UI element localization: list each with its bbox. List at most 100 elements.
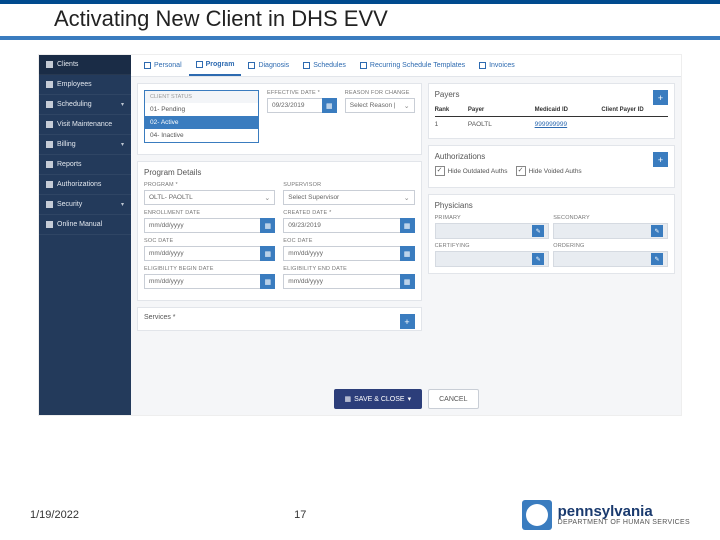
card-icon	[46, 141, 53, 148]
program-details-panel: Program Details PROGRAM *OLTL- PAOLTL SU…	[137, 161, 422, 301]
tab-invoices[interactable]: Invoices	[472, 55, 522, 76]
seal-icon	[522, 500, 552, 530]
sidebar-item-authorizations[interactable]: Authorizations	[39, 175, 131, 195]
primary-physician-box[interactable]: ✎	[435, 223, 550, 239]
sidebar-item-visit-maintenance[interactable]: Visit Maintenance	[39, 115, 131, 135]
users-icon	[46, 61, 53, 68]
add-auth-button[interactable]: +	[653, 152, 668, 167]
reason-select[interactable]: Select Reason |	[345, 98, 415, 113]
tab-icon	[303, 62, 310, 69]
tab-icon	[248, 62, 255, 69]
supervisor-select[interactable]: Select Supervisor	[283, 190, 414, 205]
add-payer-button[interactable]: +	[653, 90, 668, 105]
calendar-icon[interactable]: ▦	[260, 218, 275, 233]
sidebar-item-scheduling[interactable]: Scheduling▾	[39, 95, 131, 115]
idcard-icon	[46, 81, 53, 88]
slide-title: Activating New Client in DHS EVV	[0, 4, 720, 36]
payer-row[interactable]: 1 PAOLTL 999999999	[435, 117, 668, 132]
edit-icon[interactable]: ✎	[651, 225, 663, 237]
chevron-down-icon: ▾	[121, 101, 124, 108]
left-column: Client Status 01- Pending02- Active04- I…	[137, 83, 422, 377]
edit-icon[interactable]: ✎	[651, 253, 663, 265]
ordering-physician-box[interactable]: ✎	[553, 251, 668, 267]
elig-end-date-input[interactable]: mm/dd/yyyy	[283, 274, 399, 289]
eoc-date-input[interactable]: mm/dd/yyyy	[283, 246, 399, 261]
status-option[interactable]: 01- Pending	[145, 103, 258, 116]
main-panel: PersonalProgramDiagnosisSchedulesRecurri…	[131, 55, 681, 415]
physicians-title: Physicians	[435, 201, 668, 210]
slide-title-bar: Activating New Client in DHS EVV	[0, 0, 720, 40]
sidebar-item-security[interactable]: Security▾	[39, 195, 131, 215]
tab-icon	[360, 62, 367, 69]
physicians-panel: Physicians PRIMARY✎ SECONDARY✎ CERTIFYIN…	[428, 194, 675, 274]
payers-header: Rank Payer Medicaid ID Client Payer ID	[435, 104, 668, 117]
created-date-input[interactable]: 09/23/2019	[283, 218, 399, 233]
sidebar-item-employees[interactable]: Employees	[39, 75, 131, 95]
sidebar-item-billing[interactable]: Billing▾	[39, 135, 131, 155]
enrollment-date-input[interactable]: mm/dd/yyyy	[144, 218, 260, 233]
edit-icon[interactable]: ✎	[532, 225, 544, 237]
lock-icon	[46, 201, 53, 208]
chart-icon	[46, 161, 53, 168]
elig-begin-date-input[interactable]: mm/dd/yyyy	[144, 274, 260, 289]
calendar-icon[interactable]: ▦	[400, 218, 415, 233]
tab-icon	[479, 62, 486, 69]
tab-program[interactable]: Program	[189, 55, 242, 76]
certifying-physician-box[interactable]: ✎	[435, 251, 550, 267]
tab-schedules[interactable]: Schedules	[296, 55, 353, 76]
calendar-icon[interactable]: ▦	[322, 98, 337, 113]
edit-icon[interactable]: ✎	[532, 253, 544, 265]
services-panel: Services * +	[137, 307, 422, 331]
calendar-icon[interactable]: ▦	[260, 274, 275, 289]
content-area: Client Status 01- Pending02- Active04- I…	[131, 77, 681, 383]
calendar-icon[interactable]: ▦	[400, 274, 415, 289]
calendar-icon[interactable]: ▦	[260, 246, 275, 261]
tab-recurring-schedule-templates[interactable]: Recurring Schedule Templates	[353, 55, 472, 76]
tab-diagnosis[interactable]: Diagnosis	[241, 55, 296, 76]
title-underline	[0, 36, 720, 40]
program-select[interactable]: OLTL- PAOLTL	[144, 190, 275, 205]
reason-label: REASON FOR CHANGE	[345, 90, 415, 96]
effective-date-label: EFFECTIVE DATE *	[267, 90, 337, 96]
chevron-down-icon: ▾	[121, 201, 124, 208]
status-option[interactable]: 02- Active	[145, 116, 258, 129]
cancel-button[interactable]: CANCEL	[428, 389, 478, 409]
secondary-physician-box[interactable]: ✎	[553, 223, 668, 239]
slide-footer: 1/19/2022 17 pennsylvania DEPARTMENT OF …	[30, 500, 690, 530]
payers-panel: Payers + Rank Payer Medicaid ID Client P…	[428, 83, 675, 139]
app-screenshot: ClientsEmployeesScheduling▾Visit Mainten…	[38, 54, 682, 416]
tabs: PersonalProgramDiagnosisSchedulesRecurri…	[131, 55, 681, 77]
sidebar-item-online-manual[interactable]: Online Manual	[39, 215, 131, 235]
program-details-title: Program Details	[144, 168, 415, 177]
status-panel: Client Status 01- Pending02- Active04- I…	[137, 83, 422, 155]
dept-logo: pennsylvania DEPARTMENT OF HUMAN SERVICE…	[522, 500, 690, 530]
tab-personal[interactable]: Personal	[137, 55, 189, 76]
auth-title: Authorizations	[435, 152, 668, 161]
calendar-icon	[46, 101, 53, 108]
gear-icon	[46, 181, 53, 188]
right-column: Payers + Rank Payer Medicaid ID Client P…	[428, 83, 675, 377]
calendar-icon[interactable]: ▦	[400, 246, 415, 261]
tab-icon	[196, 61, 203, 68]
soc-date-input[interactable]: mm/dd/yyyy	[144, 246, 260, 261]
client-status-label: Client Status	[145, 91, 258, 103]
payers-title: Payers	[435, 90, 668, 99]
hide-outdated-checkbox[interactable]: Hide Outdated Auths	[435, 166, 508, 176]
chevron-down-icon: ▾	[121, 141, 124, 148]
footer-page: 17	[294, 509, 306, 521]
sidebar: ClientsEmployeesScheduling▾Visit Mainten…	[39, 55, 131, 415]
add-service-button[interactable]: +	[400, 314, 415, 329]
hide-voided-checkbox[interactable]: Hide Voided Auths	[516, 166, 582, 176]
footer-date: 1/19/2022	[30, 509, 79, 521]
book-icon	[46, 221, 53, 228]
check-icon	[46, 121, 53, 128]
sidebar-item-reports[interactable]: Reports	[39, 155, 131, 175]
sidebar-item-clients[interactable]: Clients	[39, 55, 131, 75]
save-close-button[interactable]: ▦ SAVE & CLOSE ▾	[334, 389, 423, 409]
tab-icon	[144, 62, 151, 69]
status-option[interactable]: 04- Inactive	[145, 129, 258, 142]
effective-date-input[interactable]: 09/23/2019	[267, 98, 322, 113]
services-title: Services *	[144, 314, 176, 321]
client-status-dropdown[interactable]: Client Status 01- Pending02- Active04- I…	[144, 90, 259, 143]
authorizations-panel: Authorizations + Hide Outdated Auths Hid…	[428, 145, 675, 188]
